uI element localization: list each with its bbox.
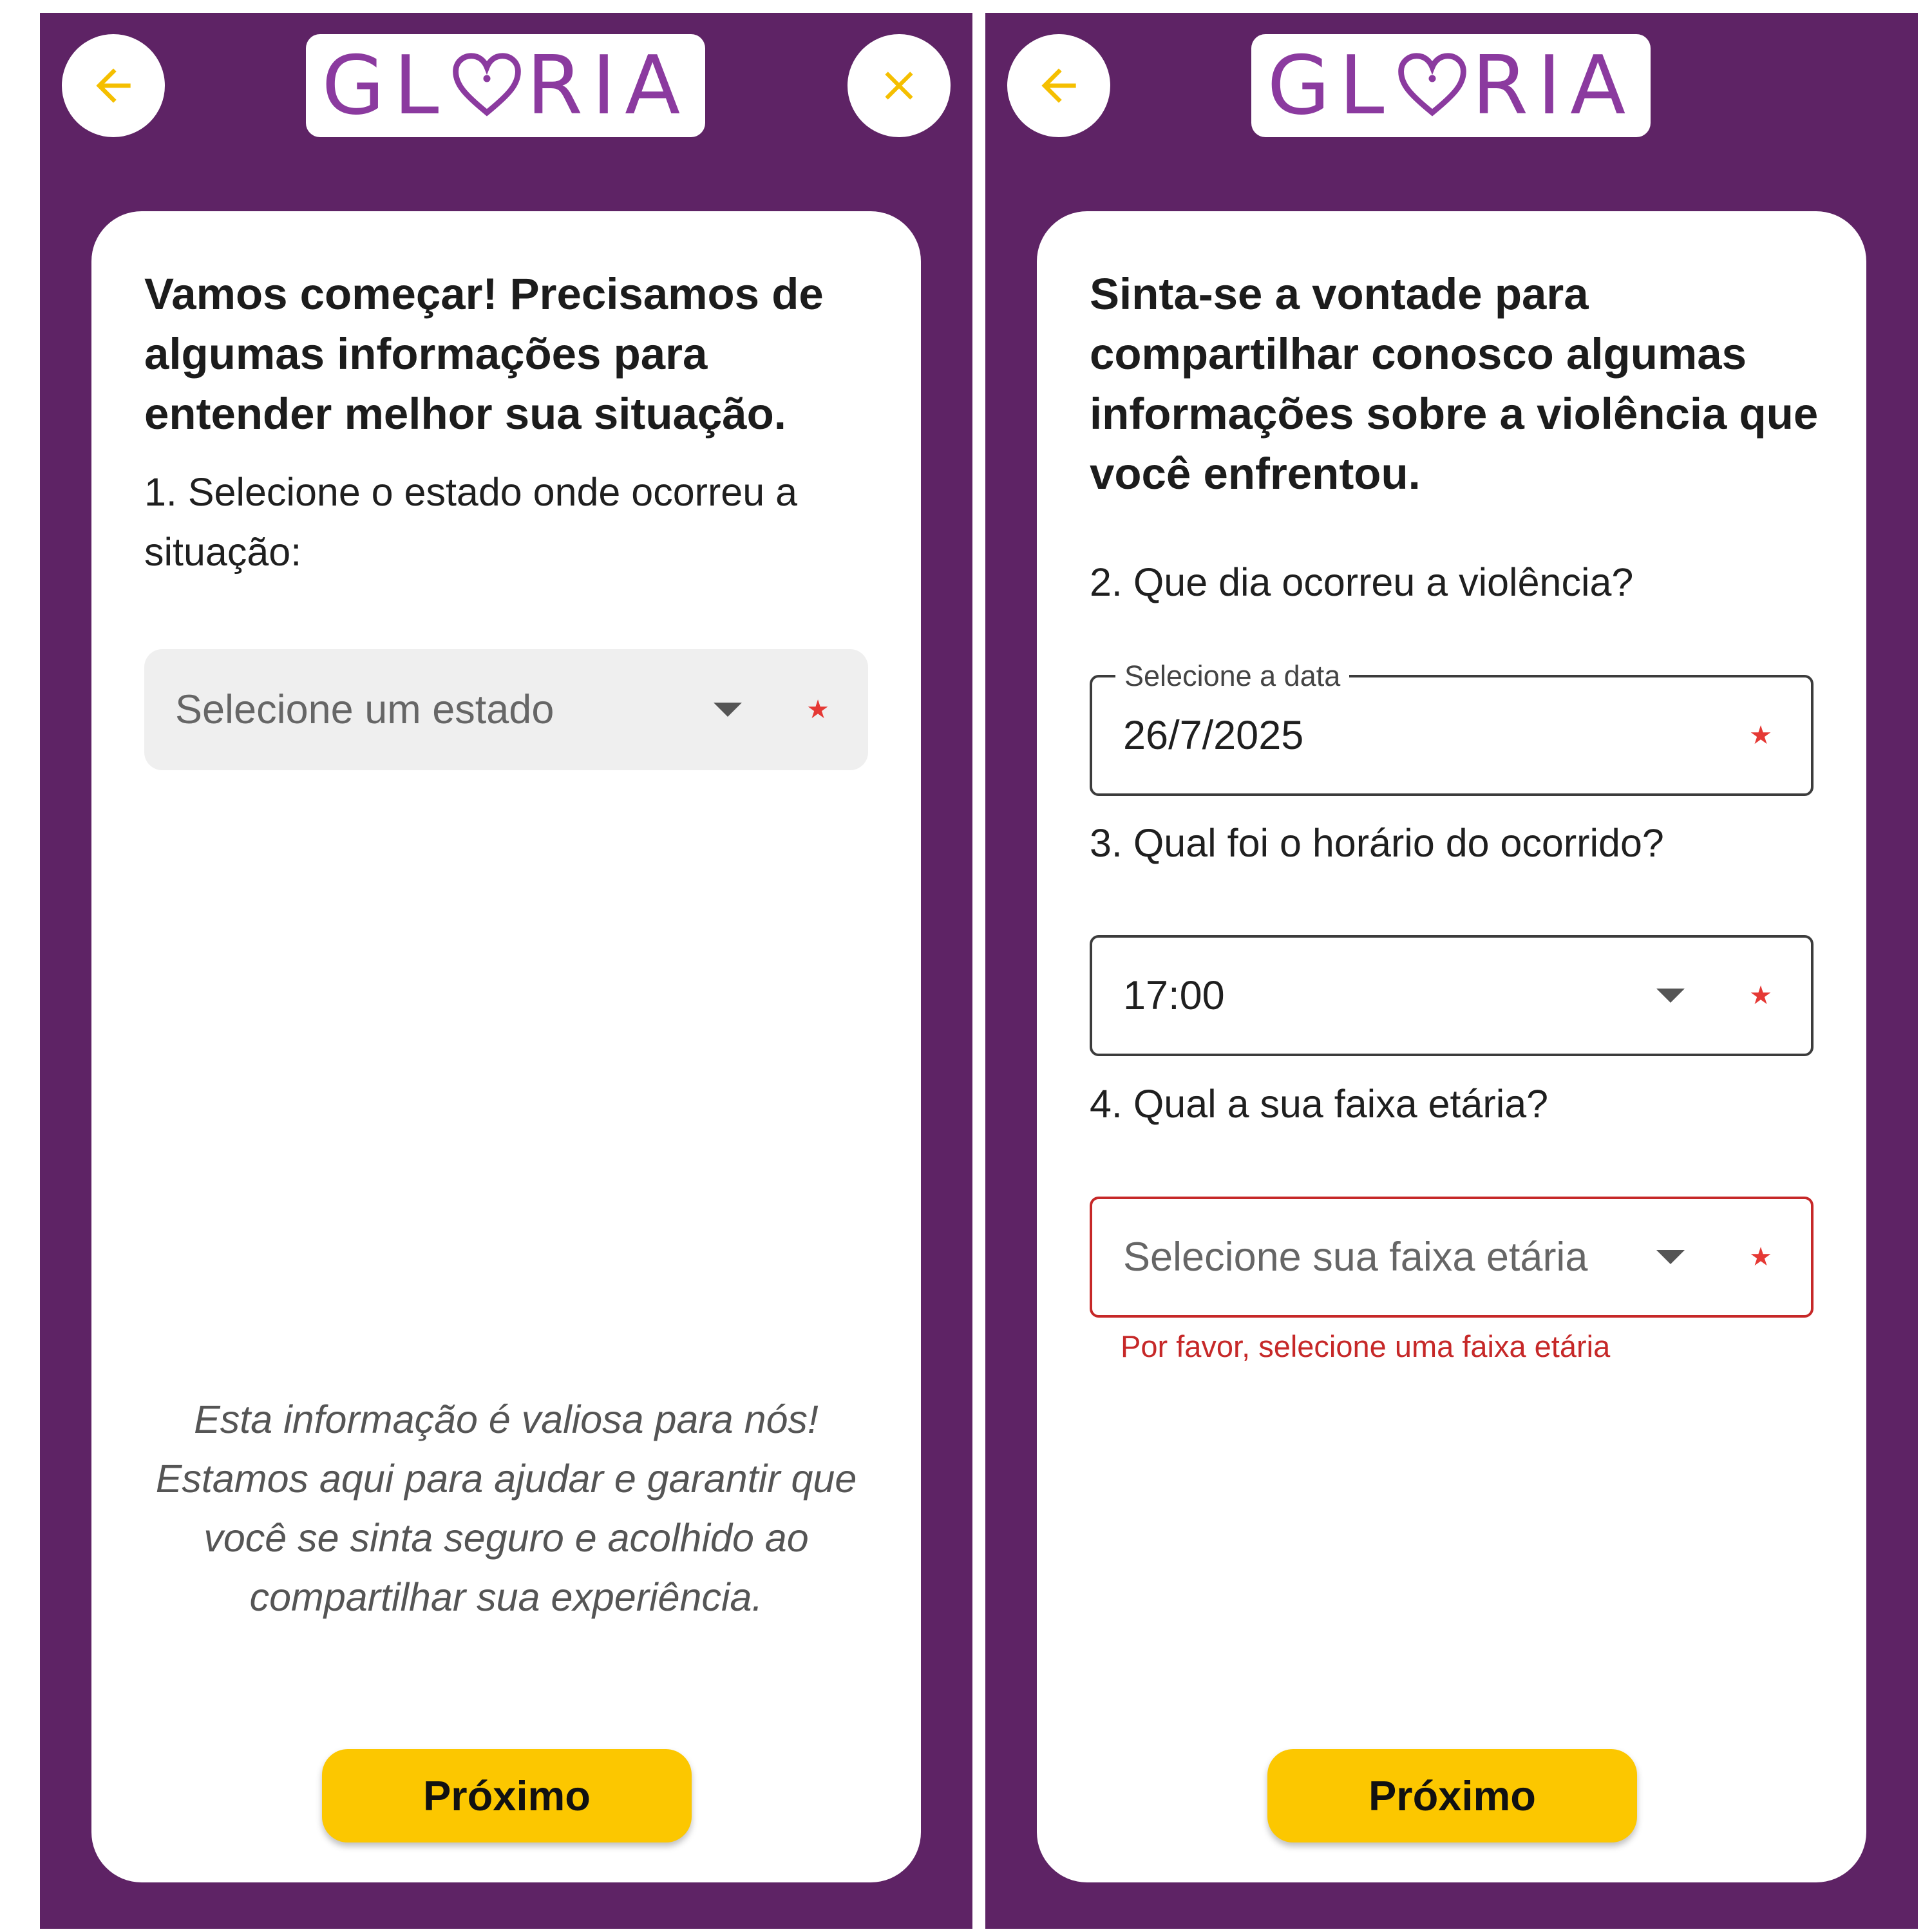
- page-title: Vamos começar! Precisamos de algumas inf…: [144, 269, 824, 439]
- state-select[interactable]: Selecione um estado ★: [144, 649, 868, 770]
- form-card: Sinta-se a vontade para compartilhar con…: [1037, 211, 1866, 1882]
- dropdown-arrow-icon: [714, 703, 742, 717]
- question-time: 3. Qual foi o horário do ocorrido?: [1090, 821, 1664, 865]
- required-star-icon: ★: [806, 696, 829, 724]
- question-date: 2. Que dia ocorreu a violência?: [1090, 560, 1634, 604]
- dropdown-arrow-icon: [1656, 1250, 1685, 1264]
- close-button[interactable]: [848, 34, 951, 137]
- back-button[interactable]: [1007, 34, 1110, 137]
- question-state: 1. Selecione o estado onde ocorreu a sit…: [144, 470, 798, 574]
- gloria-logo: GL RIA: [1251, 34, 1651, 137]
- next-button[interactable]: Próximo: [1267, 1749, 1637, 1842]
- state-select-placeholder: Selecione um estado: [175, 687, 554, 732]
- screen-violence-details: GL RIA Sinta-se a vontade para compartil…: [985, 13, 1918, 1929]
- arrow-left-icon: [1041, 68, 1076, 103]
- date-field[interactable]: Selecione a data 26/7/2025 ★: [1090, 659, 1814, 796]
- date-field-value: 26/7/2025: [1123, 713, 1304, 758]
- page-title: Sinta-se a vontade para compartilhar con…: [1090, 269, 1819, 498]
- required-star-icon: ★: [1749, 721, 1772, 750]
- question-age: 4. Qual a sua faixa etária?: [1090, 1082, 1549, 1126]
- form-card: Vamos começar! Precisamos de algumas inf…: [91, 211, 921, 1882]
- dropdown-arrow-icon: [1656, 989, 1685, 1003]
- heart-icon: [453, 53, 522, 117]
- age-select[interactable]: Selecione sua faixa etária ★: [1090, 1197, 1814, 1318]
- required-star-icon: ★: [1749, 1243, 1772, 1271]
- back-button[interactable]: [62, 34, 165, 137]
- time-select-value: 17:00: [1123, 973, 1225, 1018]
- age-error-message: Por favor, selecione uma faixa etária: [1121, 1329, 1611, 1363]
- heart-icon: [1398, 53, 1467, 117]
- next-button[interactable]: Próximo: [322, 1749, 692, 1842]
- time-select[interactable]: 17:00 ★: [1090, 935, 1814, 1056]
- required-star-icon: ★: [1749, 981, 1772, 1010]
- date-field-label: Selecione a data: [1115, 659, 1350, 693]
- reassurance-note: Esta informação é valiosa para nós! Esta…: [155, 1397, 857, 1619]
- arrow-left-icon: [96, 68, 131, 103]
- age-select-placeholder: Selecione sua faixa etária: [1123, 1235, 1588, 1280]
- screen-state-selection: GL RIA Vamos começar! Precisamos de algu…: [40, 13, 972, 1929]
- gloria-logo: GL RIA: [306, 34, 705, 137]
- close-icon: [885, 71, 913, 100]
